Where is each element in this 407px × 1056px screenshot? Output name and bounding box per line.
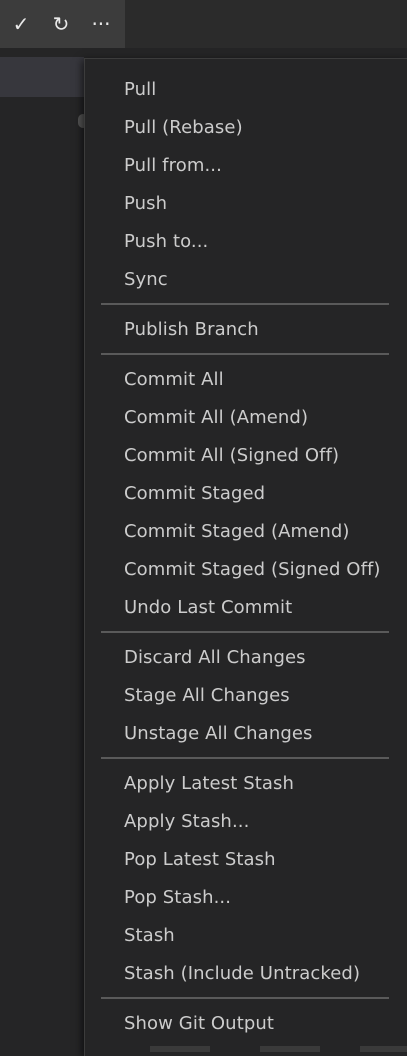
menu-item-apply-latest-stash[interactable]: Apply Latest Stash [85,764,407,802]
separator-line [101,997,389,999]
menu-item-show-git-output[interactable]: Show Git Output [85,1004,407,1042]
menu-item-pull-rebase[interactable]: Pull (Rebase) [85,108,407,146]
refresh-icon[interactable]: ↻ [48,11,74,37]
menu-item-pop-latest-stash[interactable]: Pop Latest Stash [85,840,407,878]
menu-item-commit-all[interactable]: Commit All [85,360,407,398]
menu-item-stash[interactable]: Stash [85,916,407,954]
menu-item-commit-all-signed-off[interactable]: Commit All (Signed Off) [85,436,407,474]
background-hint [150,1046,407,1056]
menu-item-push-to[interactable]: Push to... [85,222,407,260]
menu-item-pull-from[interactable]: Pull from... [85,146,407,184]
separator-line [101,303,389,305]
menu-separator [85,348,407,360]
menu-item-push[interactable]: Push [85,184,407,222]
separator-line [101,353,389,355]
menu-item-stash-include-untracked[interactable]: Stash (Include Untracked) [85,954,407,992]
git-more-actions-menu: Pull Pull (Rebase) Pull from... Push Push to… [84,58,407,1056]
menu-item-pop-stash[interactable]: Pop Stash... [85,878,407,916]
menu-item-apply-stash[interactable]: Apply Stash... [85,802,407,840]
menu-item-commit-staged-signed-off[interactable]: Commit Staged (Signed Off) [85,550,407,588]
menu-item-commit-all-amend[interactable]: Commit All (Amend) [85,398,407,436]
menu-item-stage-all-changes[interactable]: Stage All Changes [85,676,407,714]
separator-line [101,631,389,633]
menu-separator [85,752,407,764]
menu-item-commit-staged-amend[interactable]: Commit Staged (Amend) [85,512,407,550]
scm-toolbar: ✓ ↻ ··· [0,0,125,48]
menu-separator [85,992,407,1004]
separator-line [101,757,389,759]
ellipsis-icon[interactable]: ··· [88,11,114,37]
selected-row[interactable] [0,57,84,97]
menu-item-commit-staged[interactable]: Commit Staged [85,474,407,512]
menu-item-publish-branch[interactable]: Publish Branch [85,310,407,348]
menu-item-unstage-all-changes[interactable]: Unstage All Changes [85,714,407,752]
check-icon[interactable]: ✓ [8,11,34,37]
scm-side-panel [0,48,82,1056]
menu-item-discard-all-changes[interactable]: Discard All Changes [85,638,407,676]
menu-separator [85,298,407,310]
menu-item-undo-last-commit[interactable]: Undo Last Commit [85,588,407,626]
menu-item-sync[interactable]: Sync [85,260,407,298]
scm-view: ✓ ↻ ··· Pull Pull (Rebase) Pull from... Pus… [0,0,407,1056]
menu-item-pull[interactable]: Pull [85,70,407,108]
title-bar-area [125,0,407,48]
menu-separator [85,626,407,638]
